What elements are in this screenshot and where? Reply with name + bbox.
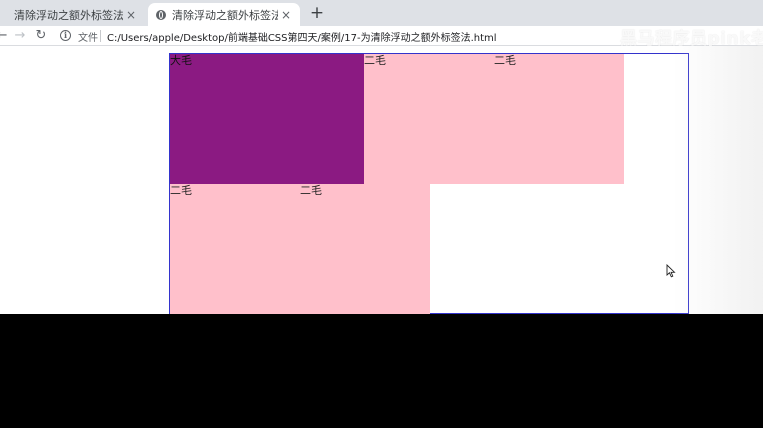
globe-icon [156,9,166,20]
back-button[interactable]: ← [0,27,10,44]
tab-title: 清除浮动之额外标签法 [172,8,278,22]
reload-button[interactable]: ↻ [33,27,49,44]
small-box: 二毛 [300,184,430,314]
small-box: 二毛 [170,184,300,314]
close-tab-icon[interactable]: × [123,8,139,22]
tab-title: 清除浮动之额外标签法 [14,8,123,22]
info-icon[interactable]: i [60,30,71,41]
address-divider [100,30,101,42]
big-box: 大毛 [170,54,364,184]
tab-inactive[interactable]: 清除浮动之额外标签法 × [0,3,145,26]
address-bar[interactable]: C:/Users/apple/Desktop/前端基础CSS第四天/案例/17-… [107,29,497,44]
tab-strip: 清除浮动之额外标签法 × 清除浮动之额外标签法 × + [0,0,763,26]
small-box: 二毛 [364,54,494,184]
close-tab-icon[interactable]: × [278,8,294,22]
mouse-cursor-icon [666,264,676,278]
page-viewport: 大毛 二毛 二毛 二毛 二毛 [0,46,763,314]
forward-button[interactable]: → [12,27,28,44]
new-tab-button[interactable]: + [308,4,326,22]
small-box: 二毛 [494,54,624,184]
float-container: 大毛 二毛 二毛 二毛 二毛 [169,53,689,314]
tab-active[interactable]: 清除浮动之额外标签法 × [148,3,300,26]
file-label[interactable]: 文件 [78,29,98,44]
